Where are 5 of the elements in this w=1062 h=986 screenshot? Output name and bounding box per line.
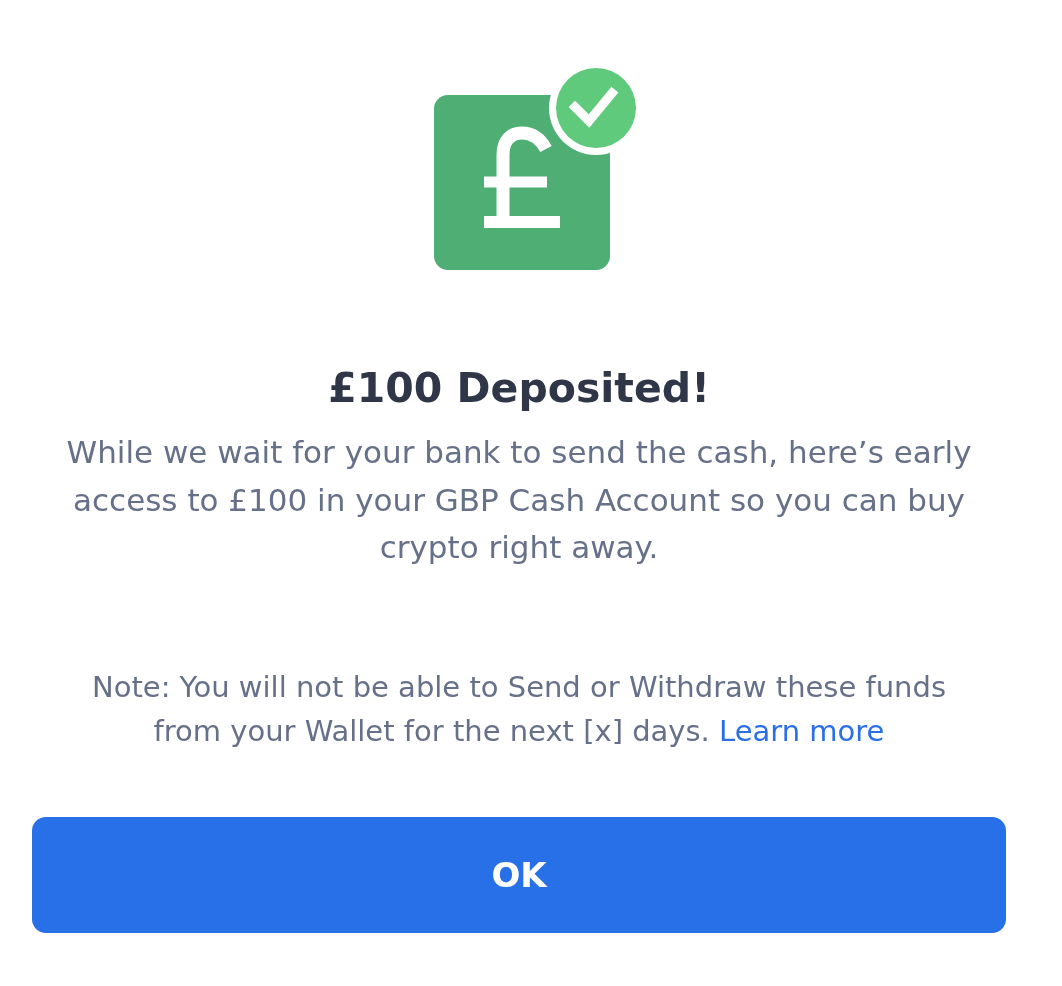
note-text: Note: You will not be able to Send or Withdraw these funds from your Wallet for the next [x] days. Learn more bbox=[91, 668, 947, 750]
deposit-message: While we wait for your bank to send the cash, here’s early access to £100 in your GBP Cash Account so you can buy crypto right away. bbox=[65, 433, 973, 567]
learn-more-link[interactable]: Learn more bbox=[719, 713, 885, 748]
deposit-title: £100 Deposited! bbox=[328, 364, 710, 412]
ok-button[interactable]: OK bbox=[32, 816, 1006, 933]
